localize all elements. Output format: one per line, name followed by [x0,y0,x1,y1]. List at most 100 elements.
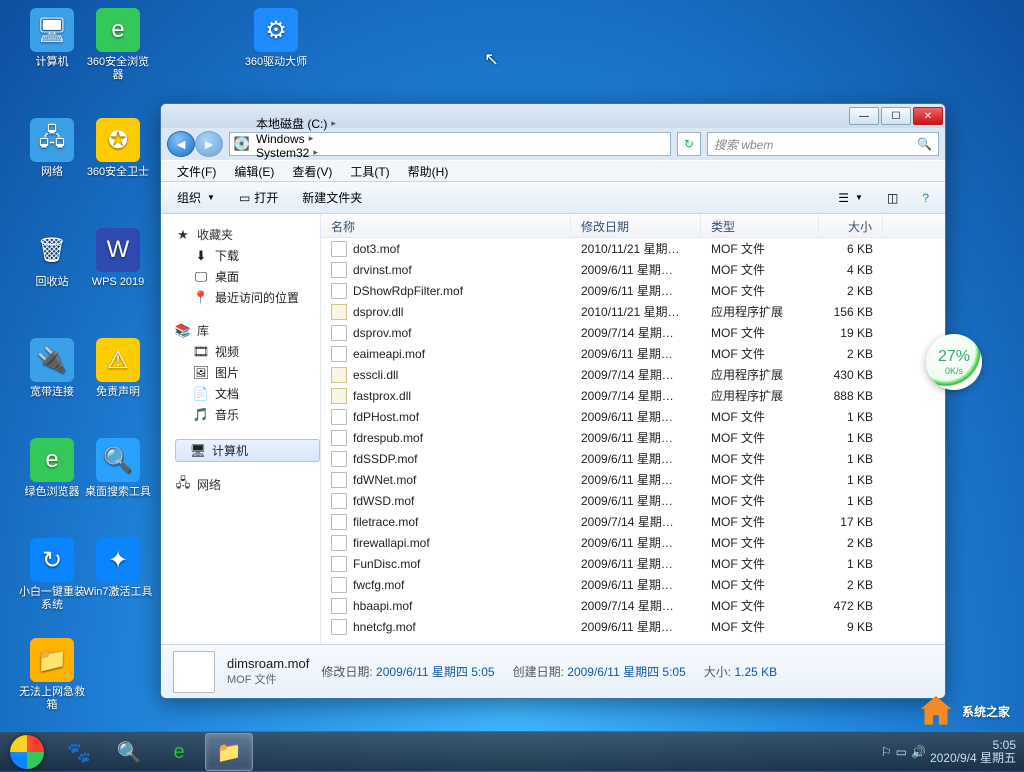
file-type: MOF 文件 [701,576,819,593]
col-name[interactable]: 名称 [321,214,571,237]
desktop-icon[interactable]: ✪360安全卫士 [82,118,154,179]
file-row[interactable]: hbaapi.mof2009/7/14 星期…MOF 文件472 KB [321,595,945,616]
chevron-right-icon: ▸ [313,147,318,158]
desktop-icon[interactable]: 🖥计算机 [16,8,88,69]
desktop-icon[interactable]: e绿色浏览器 [16,438,88,499]
file-row[interactable]: fwcfg.mof2009/6/11 星期…MOF 文件2 KB [321,574,945,595]
taskbar-search[interactable]: 🔍 [105,733,153,771]
preview-pane-button[interactable]: ◫ [877,187,908,209]
icon-label: 免责声明 [82,386,154,399]
app-icon: 🖥 [30,8,74,52]
file-row[interactable]: fastprox.dll2009/7/14 星期…应用程序扩展888 KB [321,385,945,406]
new-folder-button[interactable]: 新建文件夹 [292,185,372,210]
sidebar-item[interactable]: 🖼图片 [189,362,320,383]
speedball-widget[interactable]: 27% 0K/s [926,334,982,390]
file-row[interactable]: eaimeapi.mof2009/6/11 星期…MOF 文件2 KB [321,343,945,364]
file-row[interactable]: fdWSD.mof2009/6/11 星期…MOF 文件1 KB [321,490,945,511]
file-type: MOF 文件 [701,618,819,635]
file-row[interactable]: fdPHost.mof2009/6/11 星期…MOF 文件1 KB [321,406,945,427]
file-name: dsprov.mof [353,326,411,340]
tray-volume-icon[interactable]: 🔊 [911,745,926,759]
desktop-icon[interactable]: 🗑回收站 [16,228,88,289]
file-row[interactable]: filetrace.mof2009/7/14 星期…MOF 文件17 KB [321,511,945,532]
chevron-right-icon: ▸ [331,118,336,129]
tray-flag-icon[interactable]: ⚐ [881,745,892,759]
open-button[interactable]: ▭打开 [229,185,288,210]
col-date[interactable]: 修改日期 [571,214,701,237]
sidebar-item[interactable]: 🖵桌面 [189,266,320,287]
breadcrumb[interactable]: 本地磁盘 (C:)▸ [252,115,340,132]
file-row[interactable]: hnetcfg.mof2009/6/11 星期…MOF 文件9 KB [321,616,945,637]
file-date: 2009/6/11 星期… [571,345,701,362]
desktop-icon[interactable]: 🔌宽带连接 [16,338,88,399]
organize-menu[interactable]: 组织▼ [167,185,225,210]
file-row[interactable]: esscli.dll2009/7/14 星期…应用程序扩展430 KB [321,364,945,385]
start-button[interactable] [0,732,54,772]
minimize-button[interactable]: — [849,107,879,125]
taskbar-explorer[interactable]: 📁 [205,733,253,771]
file-list[interactable]: dot3.mof2010/11/21 星期…MOF 文件6 KBdrvinst.… [321,238,945,644]
desktop-icon[interactable]: 🖧网络 [16,118,88,179]
file-row[interactable]: FunDisc.mof2009/6/11 星期…MOF 文件1 KB [321,553,945,574]
col-size[interactable]: 大小 [819,214,883,237]
explorer-window: — ☐ ✕ ◄ ► 💽 本地磁盘 (C:)▸Windows▸System32▸w… [160,103,946,699]
sidebar-item-computer[interactable]: 🖥计算机 [175,439,320,462]
file-size: 1 KB [819,494,883,508]
desktop-icon[interactable]: ↻小白一键重装系统 [16,538,88,612]
sidebar-item-network[interactable]: 🖧网络 [175,476,320,493]
system-tray[interactable]: ⚐ ▭ 🔊 5:05 2020/9/4 星期五 [873,732,1024,771]
view-menu[interactable]: ☰ ▼ [828,187,873,209]
refresh-button[interactable]: ↻ [677,132,701,156]
desktop-icon[interactable]: WWPS 2019 [82,228,154,289]
file-row[interactable]: dot3.mof2010/11/21 星期…MOF 文件6 KB [321,238,945,259]
file-date: 2009/6/11 星期… [571,576,701,593]
desktop-icon[interactable]: ⚠免责声明 [82,338,154,399]
taskbar-browser[interactable]: e [155,733,203,771]
search-input[interactable]: 搜索 wbem 🔍 [707,132,939,156]
file-row[interactable]: fdrespub.mof2009/6/11 星期…MOF 文件1 KB [321,427,945,448]
sidebar-item[interactable]: 📍最近访问的位置 [189,287,320,308]
sidebar-item[interactable]: 🎞视频 [189,341,320,362]
file-date: 2010/11/21 星期… [571,303,701,320]
file-type: MOF 文件 [701,555,819,572]
nav-forward-button[interactable]: ► [195,131,223,157]
menu-item[interactable]: 编辑(E) [226,161,282,182]
file-row[interactable]: fdWNet.mof2009/6/11 星期…MOF 文件1 KB [321,469,945,490]
breadcrumb[interactable]: System32▸ [252,146,340,160]
desktop-icon[interactable]: ✦Win7激活工具 [82,538,154,599]
maximize-button[interactable]: ☐ [881,107,911,125]
file-row[interactable]: fdSSDP.mof2009/6/11 星期…MOF 文件1 KB [321,448,945,469]
close-button[interactable]: ✕ [913,107,943,125]
taskbar-clock[interactable]: 5:05 2020/9/4 星期五 [930,739,1016,765]
menu-item[interactable]: 查看(V) [284,161,340,182]
file-name: hnetcfg.mof [353,620,416,634]
file-type: MOF 文件 [701,450,819,467]
tray-battery-icon[interactable]: ▭ [896,745,907,759]
desktop-icon[interactable]: 📁无法上网急救箱 [16,638,88,712]
file-row[interactable]: dsprov.dll2010/11/21 星期…应用程序扩展156 KB [321,301,945,322]
file-row[interactable]: firewallapi.mof2009/6/11 星期…MOF 文件2 KB [321,532,945,553]
desktop-icon[interactable]: 🔍桌面搜索工具 [82,438,154,499]
col-type[interactable]: 类型 [701,214,819,237]
file-icon [331,472,347,488]
help-button[interactable]: ? [912,187,939,209]
breadcrumb[interactable]: Windows▸ [252,132,340,146]
icon-label: Win7激活工具 [82,586,154,599]
sidebar-item[interactable]: 🎵音乐 [189,404,320,425]
nav-back-button[interactable]: ◄ [167,131,195,157]
libraries-group[interactable]: 📚库 [175,322,320,339]
address-bar[interactable]: 💽 本地磁盘 (C:)▸Windows▸System32▸wbem▸ [229,132,671,156]
menu-item[interactable]: 文件(F) [169,161,224,182]
favorites-group[interactable]: ★收藏夹 [175,226,320,243]
desktop-icon[interactable]: ⚙360驱动大师 [240,8,312,69]
file-row[interactable]: drvinst.mof2009/6/11 星期…MOF 文件4 KB [321,259,945,280]
sidebar-item[interactable]: 📄文档 [189,383,320,404]
taskbar-baidu[interactable]: 🐾 [55,733,103,771]
desktop-icon[interactable]: e360安全浏览器 [82,8,154,82]
menu-item[interactable]: 帮助(H) [400,161,457,182]
file-size: 1 KB [819,473,883,487]
file-row[interactable]: DShowRdpFilter.mof2009/6/11 星期…MOF 文件2 K… [321,280,945,301]
file-row[interactable]: dsprov.mof2009/7/14 星期…MOF 文件19 KB [321,322,945,343]
menu-item[interactable]: 工具(T) [342,161,397,182]
sidebar-item[interactable]: ⬇下载 [189,245,320,266]
